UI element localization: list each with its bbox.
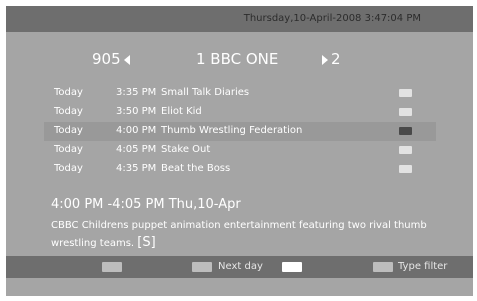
- programme-day: Today: [54, 163, 83, 174]
- next-channel-number: 2: [331, 50, 341, 68]
- programme-time: 4:05 PM: [116, 144, 157, 155]
- colour-key-bar: Next day Type filter: [6, 256, 473, 278]
- programme-title: Beat the Boss: [161, 163, 231, 174]
- programme-time: 3:35 PM: [116, 87, 157, 98]
- epg-screen: Thursday,10-April-2008 3:47:04 PM 905 1 …: [6, 6, 473, 296]
- programme-time: 3:50 PM: [116, 106, 157, 117]
- programme-title: Stake Out: [161, 144, 211, 155]
- description-text: CBBC Childrens puppet animation entertai…: [51, 220, 427, 249]
- programme-time: 4:00 PM: [116, 125, 157, 136]
- green-key-button[interactable]: [192, 262, 212, 272]
- current-datetime: Thursday,10-April-2008 3:47:04 PM: [243, 13, 421, 24]
- programme-description: CBBC Childrens puppet animation entertai…: [51, 217, 461, 252]
- programme-row[interactable]: Today 4:35 PM Beat the Boss: [44, 160, 436, 179]
- programme-day: Today: [54, 144, 83, 155]
- programme-title: Small Talk Diaries: [161, 87, 250, 98]
- reminder-marker-icon: [399, 127, 412, 135]
- top-status-bar: Thursday,10-April-2008 3:47:04 PM: [6, 6, 473, 32]
- programme-time: 4:35 PM: [116, 163, 157, 174]
- programme-title: Eliot Kid: [161, 106, 202, 117]
- red-key-button[interactable]: [102, 262, 122, 272]
- programme-row-selected[interactable]: Today 4:00 PM Thumb Wrestling Federation: [44, 122, 436, 141]
- reminder-marker-icon: [399, 108, 412, 116]
- type-filter-label: Type filter: [398, 261, 448, 272]
- right-arrow-icon[interactable]: [322, 55, 328, 65]
- programme-title: Thumb Wrestling Federation: [161, 125, 303, 136]
- programme-day: Today: [54, 125, 83, 136]
- programme-row[interactable]: Today 3:50 PM Eliot Kid: [44, 103, 436, 122]
- current-channel: 1 BBC ONE: [196, 50, 279, 68]
- left-arrow-icon[interactable]: [124, 55, 130, 65]
- programme-time-range: 4:00 PM -4:05 PM Thu,10-Apr: [51, 197, 241, 212]
- channel-selector[interactable]: 905 1 BBC ONE 2: [6, 46, 473, 74]
- programme-row[interactable]: Today 3:35 PM Small Talk Diaries: [44, 84, 436, 103]
- programme-day: Today: [54, 87, 83, 98]
- yellow-key-button[interactable]: [282, 262, 302, 272]
- reminder-marker-icon: [399, 89, 412, 97]
- next-day-label: Next day: [218, 261, 263, 272]
- programme-day: Today: [54, 106, 83, 117]
- reminder-marker-icon: [399, 146, 412, 154]
- previous-channel-number: 905: [92, 50, 121, 68]
- blue-key-button[interactable]: [373, 262, 393, 272]
- subtitles-tag: [S]: [137, 235, 156, 250]
- reminder-marker-icon: [399, 165, 412, 173]
- programme-row[interactable]: Today 4:05 PM Stake Out: [44, 141, 436, 160]
